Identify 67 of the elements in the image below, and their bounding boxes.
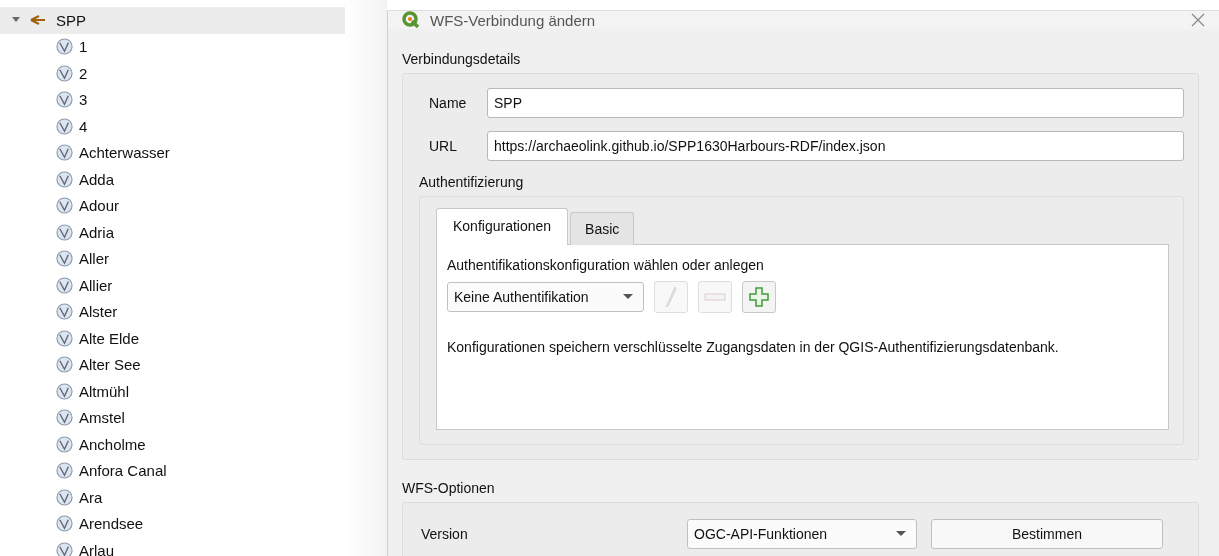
wfs-globe-icon [56,356,73,374]
wfs-globe-icon [56,170,73,188]
add-button[interactable] [742,281,776,313]
wfs-globe-icon [56,435,73,453]
tab[interactable]: Basic [570,212,635,245]
field-label: Name [428,95,468,111]
tree-item[interactable]: Alster [0,298,345,325]
detect-button[interactable]: Bestimmen [931,519,1163,549]
wfs-globe-icon [56,276,73,294]
wfs-globe-icon [56,329,73,347]
tree-item[interactable]: Adda [0,166,345,193]
window-title: WFS-Verbindung ändern [430,11,596,29]
plus-icon [749,287,769,307]
config-dropdown[interactable]: Keine Authentifikation [447,282,644,312]
wfs-globe-icon [56,462,73,480]
wfs-globe-icon [56,303,73,321]
tree-item[interactable]: Adour [0,192,345,219]
tree-item[interactable]: Anfora Canal [0,457,345,484]
group-title: Verbindungsdetails [402,51,522,67]
tree-item[interactable]: Allier [0,272,345,299]
tree-item[interactable]: Achterwasser [0,139,345,166]
tree-item[interactable]: 3 [0,86,345,113]
tree-item[interactable]: Aller [0,245,345,272]
tree-item[interactable]: 2 [0,60,345,87]
input-field[interactable]: https://archaeolink.github.io/SPP1630Harbours-RDF/index.json [487,131,1184,161]
version-dropdown[interactable]: OGC-API-Funktionen [687,519,917,549]
tree-item[interactable]: 1 [0,33,345,60]
tree-item[interactable]: Alte Elde [0,325,345,352]
close-icon[interactable] [1191,13,1205,27]
group-title: WFS-Optionen [402,480,496,496]
caret-icon [896,531,906,537]
tree-item[interactable]: Ancholme [0,431,345,458]
tree-item[interactable]: Arendsee [0,510,345,537]
field-label: Version [421,526,469,542]
wfs-globe-icon [56,197,73,215]
wfs-globe-icon [56,64,73,82]
connection-icon [30,15,46,26]
wfs-globe-icon [56,144,73,162]
tree-item[interactable]: Adria [0,219,345,246]
prompt-text: Authentifikationskonfiguration wählen oder anlegen [447,257,765,273]
app-logo-icon [402,11,420,29]
wfs-globe-icon [56,117,73,135]
wfs-globe-icon [56,250,73,268]
wfs-globe-icon [56,38,73,56]
tab[interactable]: Konfigurationen [436,208,569,245]
wfs-globe-icon [56,382,73,400]
group-title: Authentifizierung [419,174,525,190]
tree-item[interactable]: Arlau [0,537,345,556]
tree-item[interactable]: 4 [0,113,345,140]
tree-item[interactable]: SPP [0,7,345,34]
wfs-globe-icon [56,223,73,241]
wfs-globe-icon [56,409,73,427]
tree-item[interactable]: Amstel [0,404,345,431]
wfs-globe-icon [56,515,73,533]
wfs-globe-icon [56,541,73,556]
info-text: Konfigurationen speichern verschlüsselte Zugangsdaten in der QGIS-Authentifizierungsdatenbank. [447,339,1060,355]
tree-item[interactable]: Altmühl [0,378,345,405]
input-field[interactable]: SPP [487,88,1184,118]
pencil-icon [665,286,677,308]
tree-item[interactable]: Ara [0,484,345,511]
caret-icon[interactable] [12,17,20,24]
caret-icon [623,294,633,300]
wfs-globe-icon [56,91,73,109]
field-label: URL [428,138,458,154]
wfs-globe-icon [56,488,73,506]
tree-item[interactable]: Alter See [0,351,345,378]
minus-icon [704,293,726,301]
